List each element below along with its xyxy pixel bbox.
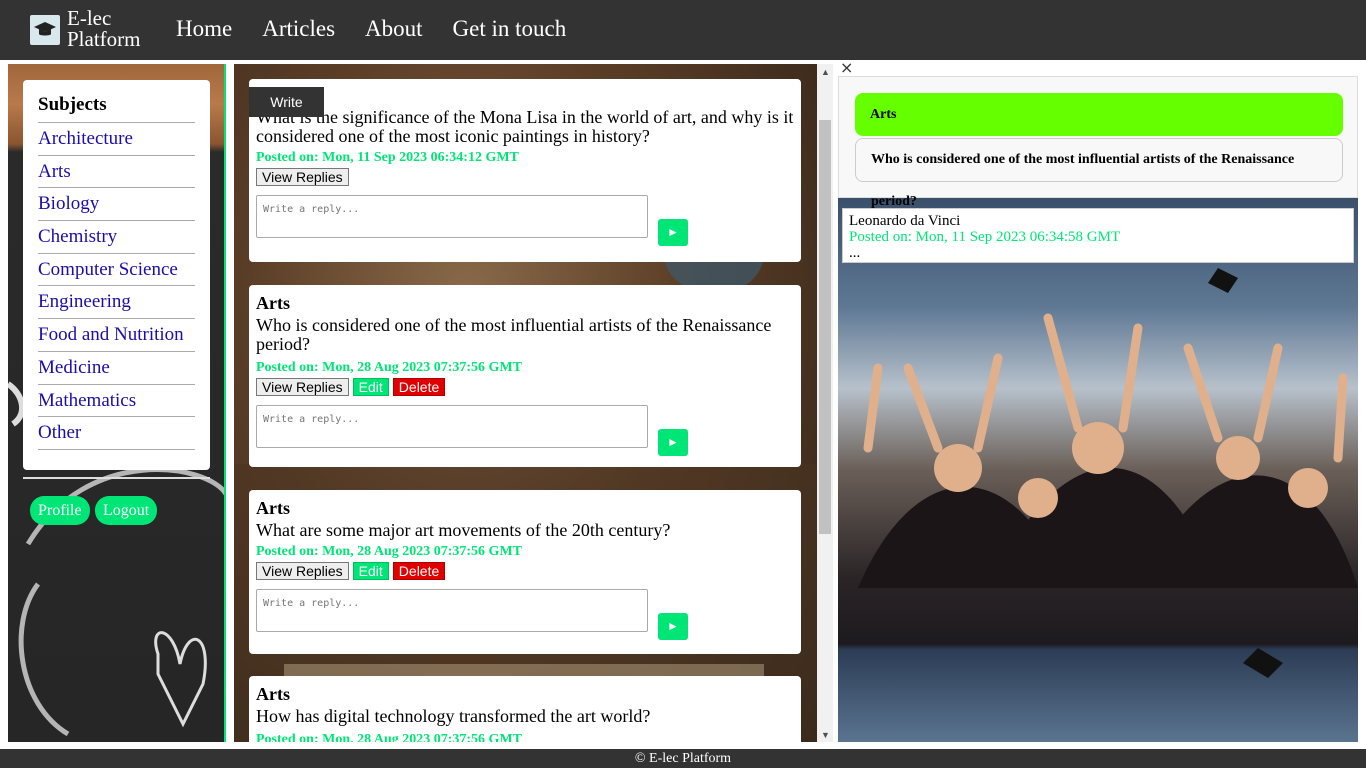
reply-row: ► — [256, 405, 794, 456]
view-replies-button[interactable]: View Replies — [256, 562, 349, 580]
question-text: What are some major art movements of the… — [256, 520, 671, 540]
graduation-cap-icon[interactable] — [30, 15, 60, 45]
detail-question: Who is considered one of the most influe… — [855, 138, 1343, 209]
post-date: Posted on: Mon, 11 Sep 2023 06:34:12 GMT — [256, 150, 519, 165]
post-actions: View Replies Edit Delete — [256, 378, 794, 396]
reply-card: Leonardo da Vinci Posted on: Mon, 11 Sep… — [842, 208, 1354, 263]
question-text: What is the significance of the Mona Lis… — [256, 107, 794, 146]
write-button[interactable]: Write — [249, 87, 324, 117]
feed-scrollbar[interactable]: ▲ ▼ — [817, 64, 833, 742]
question-text: How has digital technology transformed t… — [256, 706, 651, 726]
subject-medicine[interactable]: Medicine — [38, 352, 195, 385]
reply-row: ► — [256, 195, 794, 246]
delete-button[interactable]: Delete — [392, 562, 446, 580]
profile-button[interactable]: Profile — [30, 496, 90, 525]
subjects-card: Subjects Architecture Arts Biology Chemi… — [23, 80, 210, 470]
post-actions: View Replies — [256, 168, 794, 186]
delete-button[interactable]: Delete — [392, 378, 446, 396]
question-card: Arts How has digital technology transfor… — [249, 676, 801, 742]
detail-subject: Arts — [855, 93, 1343, 136]
reply-author: Leonardo da Vinci — [849, 213, 961, 229]
view-replies-button[interactable]: View Replies — [256, 378, 349, 396]
post-date: Posted on: Mon, 28 Aug 2023 07:37:56 GMT — [256, 732, 522, 742]
nav-get-in-touch[interactable]: Get in touch — [453, 16, 567, 42]
subject-chemistry[interactable]: Chemistry — [38, 221, 195, 254]
scroll-up-arrow-icon[interactable]: ▲ — [821, 67, 830, 77]
footer: © E-lec Platform — [0, 749, 1366, 768]
reply-input[interactable] — [256, 195, 648, 238]
sidebar-divider — [23, 477, 210, 479]
nav-home[interactable]: Home — [176, 16, 232, 42]
send-icon[interactable]: ► — [658, 613, 688, 640]
question-text: Who is considered one of the most influe… — [256, 315, 772, 354]
questions-feed: What is the significance of the Mona Lis… — [234, 64, 817, 742]
edit-button[interactable]: Edit — [352, 562, 389, 580]
brand-line-1: E-lec — [67, 6, 112, 30]
graduation-background-image — [838, 198, 1358, 742]
question-card: Arts Who is considered one of the most i… — [249, 285, 801, 467]
send-icon[interactable]: ► — [658, 429, 688, 456]
question-detail-panel: × Arts Who is considered one of the most… — [838, 60, 1358, 742]
question-card: What is the significance of the Mona Lis… — [249, 79, 801, 262]
post-actions: View Replies Edit Delete — [256, 562, 794, 580]
reply-more: ... — [849, 245, 861, 261]
nav-about[interactable]: About — [365, 16, 423, 42]
main-nav: Home Articles About Get in touch — [176, 16, 566, 42]
detail-header: Arts Who is considered one of the most i… — [838, 76, 1358, 209]
subject-computer-science[interactable]: Computer Science — [38, 254, 195, 287]
subject-food-and-nutrition[interactable]: Food and Nutrition — [38, 319, 195, 352]
top-navbar: E-lec Platform Home Articles About Get i… — [0, 0, 1366, 60]
subject-architecture[interactable]: Architecture — [38, 123, 195, 156]
question-card: Arts What are some major art movements o… — [249, 490, 801, 654]
post-date: Posted on: Mon, 28 Aug 2023 07:37:56 GMT — [256, 544, 522, 559]
scroll-thumb[interactable] — [819, 120, 831, 534]
footer-text: © E-lec Platform — [634, 751, 732, 766]
question-subject: Arts — [256, 498, 290, 518]
sidebar: Subjects Architecture Arts Biology Chemi… — [8, 64, 226, 742]
nav-articles[interactable]: Articles — [262, 16, 335, 42]
subject-biology[interactable]: Biology — [38, 188, 195, 222]
reply-input[interactable] — [256, 589, 648, 632]
brand-name[interactable]: E-lec Platform — [67, 8, 141, 50]
subject-arts[interactable]: Arts — [38, 156, 195, 189]
reply-date: Posted on: Mon, 11 Sep 2023 06:34:58 GMT — [849, 229, 1121, 245]
view-replies-button[interactable]: View Replies — [256, 168, 349, 186]
subject-mathematics[interactable]: Mathematics — [38, 385, 195, 418]
post-date: Posted on: Mon, 28 Aug 2023 07:37:56 GMT — [256, 360, 522, 375]
question-subject: Arts — [256, 684, 290, 704]
reply-input[interactable] — [256, 405, 648, 448]
edit-button[interactable]: Edit — [352, 378, 389, 396]
close-icon[interactable]: × — [840, 60, 853, 77]
subjects-title: Subjects — [38, 94, 195, 123]
brand-line-2: Platform — [67, 27, 141, 51]
subject-other[interactable]: Other — [38, 417, 195, 450]
reply-row: ► — [256, 589, 794, 640]
question-subject: Arts — [256, 293, 290, 313]
subject-engineering[interactable]: Engineering — [38, 286, 195, 320]
logout-button[interactable]: Logout — [95, 496, 158, 525]
send-icon[interactable]: ► — [658, 219, 688, 246]
scroll-down-arrow-icon[interactable]: ▼ — [821, 730, 830, 740]
